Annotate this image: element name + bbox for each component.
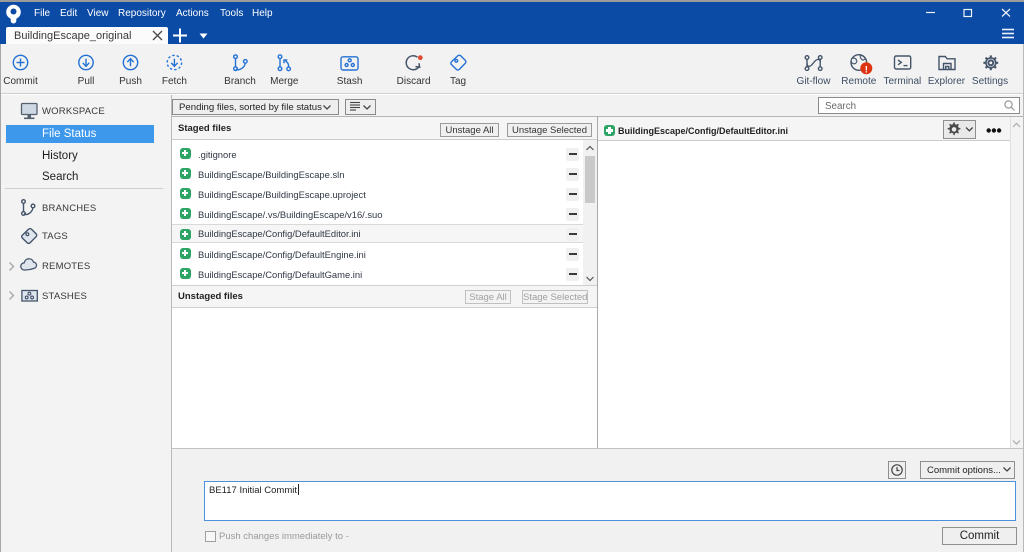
svg-text:!: ! [865, 64, 868, 75]
